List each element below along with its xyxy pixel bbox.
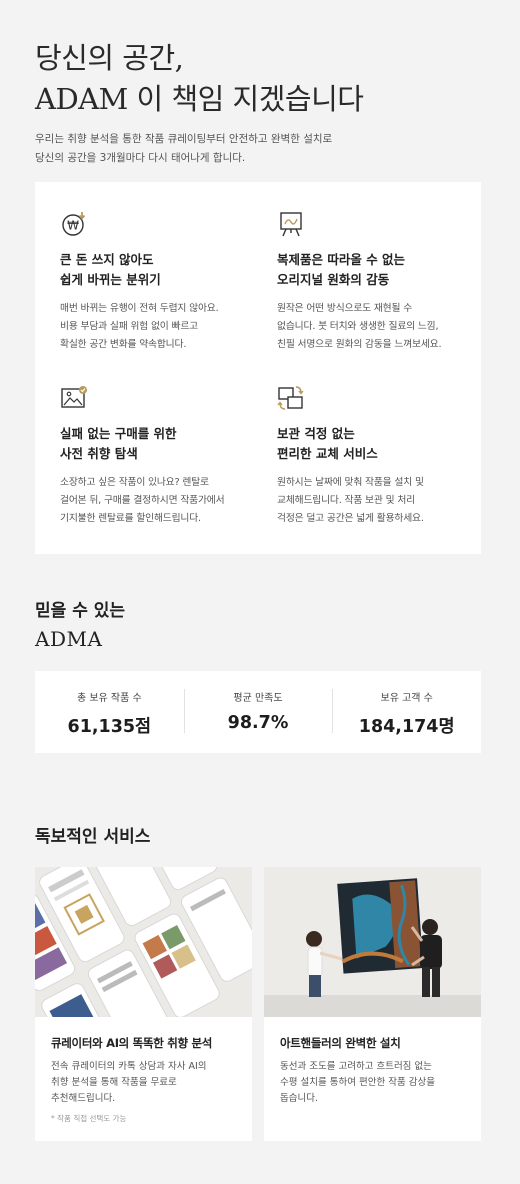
service-card-installation[interactable]: 아트핸들러의 완벽한 설치 동선과 조도를 고려하고 흐트러짐 없는 수평 설치… (264, 867, 481, 1141)
picture-check-icon (61, 386, 87, 408)
swap-frames-icon (277, 386, 304, 410)
feature-title: 실패 없는 구매를 위한 사전 취향 탐색 (60, 426, 177, 461)
feature-item: ₩ 큰 돈 쓰지 않아도 쉽게 바뀌는 분위기 매번 바뀌는 유행이 전혀 두렵… (60, 210, 260, 354)
feature-item: 복제품은 따라올 수 없는 오리지널 원화의 감동 원작은 어떤 방식으로도 재… (277, 210, 477, 354)
trust-section: 믿을 수 있는 ADMA (35, 596, 125, 651)
won-coin-icon: ₩ (62, 212, 86, 236)
feature-description: 원작은 어떤 방식으로도 재현될 수 없습니다. 붓 터치와 생생한 질료의 느… (277, 303, 442, 350)
service-card-curation[interactable]: 큐레이터와 AI의 똑똑한 취향 분석 전속 큐레이터의 카톡 상담과 자사 A… (35, 867, 252, 1141)
stat-label: 총 보유 작품 수 (76, 693, 142, 704)
feature-title: 보관 걱정 없는 편리한 교체 서비스 (277, 426, 378, 461)
stat-satisfaction: 평균 만족도 98.7% (183, 671, 333, 753)
services-title: 독보적인 서비스 (35, 827, 151, 847)
card-body: 큐레이터와 AI의 똑똑한 취향 분석 전속 큐레이터의 카톡 상담과 자사 A… (35, 1017, 252, 1124)
feature-title: 복제품은 따라올 수 없는 오리지널 원화의 감동 (277, 252, 406, 287)
stat-label: 평균 만족도 (233, 693, 283, 704)
hero-title-line2: ADAM 이 책임 지겠습니다 (35, 82, 364, 116)
stat-artworks: 총 보유 작품 수 61,135점 (35, 671, 184, 753)
stats-panel: 총 보유 작품 수 61,135점 평균 만족도 98.7% 보유 고객 수 1… (35, 671, 481, 753)
stat-customers: 보유 고객 수 184,174명 (332, 671, 481, 753)
feature-description: 소장하고 싶은 작품이 있나요? 렌탈로 걸어본 뒤, 구매를 결정하시면 작품… (60, 477, 225, 524)
feature-description: 매번 바뀌는 유행이 전혀 두렵지 않아요. 비용 부담과 실패 위험 없이 빠… (60, 303, 219, 350)
stat-value: 98.7% (227, 713, 289, 733)
card-note: * 작품 직접 선택도 가능 (51, 1114, 127, 1123)
trust-title: 믿을 수 있는 (35, 601, 126, 621)
hero-section: 당신의 공간, ADAM 이 책임 지겠습니다 우리는 취향 분석을 통한 작품… (35, 38, 495, 168)
stat-value: 61,135점 (67, 717, 152, 737)
feature-item: 보관 걱정 없는 편리한 교체 서비스 원하시는 날짜에 맞춰 작품을 설치 및… (277, 384, 477, 528)
hero-subtitle: 우리는 취향 분석을 통한 작품 큐레이팅부터 안전하고 완벽한 설치로 당신의… (35, 130, 495, 168)
app-screens-image (35, 867, 252, 1017)
card-description: 전속 큐레이터의 카톡 상담과 자사 AI의 취향 분석을 통해 작품을 무료로… (51, 1061, 207, 1104)
features-panel: ₩ 큰 돈 쓰지 않아도 쉽게 바뀌는 분위기 매번 바뀌는 유행이 전혀 두렵… (35, 182, 481, 554)
card-title: 큐레이터와 AI의 똑똑한 취향 분석 (51, 1036, 213, 1050)
stat-label: 보유 고객 수 (380, 693, 433, 704)
hero-subtitle-line1: 우리는 취향 분석을 통한 작품 큐레이팅부터 안전하고 완벽한 설치로 (35, 133, 333, 145)
easel-icon (280, 212, 302, 237)
brand-name: ADMA (35, 627, 103, 651)
feature-description: 원하시는 날짜에 맞춰 작품을 설치 및 교체해드립니다. 작품 보관 및 처리… (277, 477, 424, 524)
hero-title: 당신의 공간, ADAM 이 책임 지겠습니다 (35, 38, 495, 120)
card-description: 동선과 조도를 고려하고 흐트러짐 없는 수평 설치를 통하여 편안한 작품 감… (280, 1061, 435, 1104)
art-installation-photo (264, 867, 481, 1017)
stat-value: 184,174명 (358, 717, 455, 737)
hero-title-line1: 당신의 공간, (35, 41, 184, 75)
feature-item: 실패 없는 구매를 위한 사전 취향 탐색 소장하고 싶은 작품이 있나요? 렌… (60, 384, 260, 528)
svg-text:₩: ₩ (67, 219, 79, 233)
card-title: 아트핸들러의 완벽한 설치 (280, 1036, 401, 1050)
feature-title: 큰 돈 쓰지 않아도 쉽게 바뀌는 분위기 (60, 252, 161, 287)
card-body: 아트핸들러의 완벽한 설치 동선과 조도를 고려하고 흐트러짐 없는 수평 설치… (264, 1017, 481, 1107)
hero-subtitle-line2: 당신의 공간을 3개월마다 다시 태어나게 합니다. (35, 152, 246, 164)
